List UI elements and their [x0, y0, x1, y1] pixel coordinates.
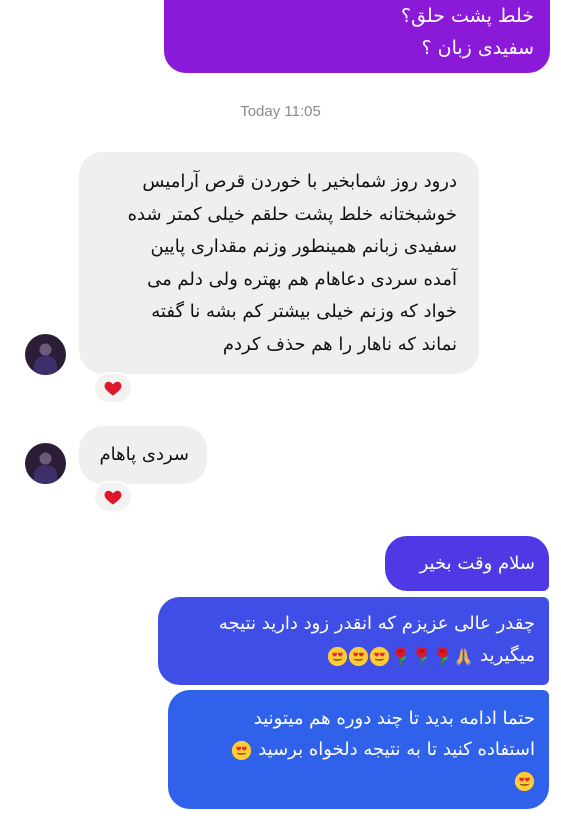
- heart-icon: [103, 378, 123, 398]
- message-text-line: خواد که وزنم خیلی بیشتر کم بشه نا گفته: [151, 301, 457, 322]
- message-text-line: سردی پاهام: [99, 444, 189, 465]
- heart-icon: [103, 487, 123, 507]
- pray-icon: [453, 646, 474, 667]
- message-text-line: سفیدی زبانم همینطور وزنم مقداری پایین: [150, 236, 457, 257]
- message-text-line: چقدر عالی عزیزم که انقدر زود دارید نتیجه: [218, 613, 535, 634]
- heart-eyes-icon: [231, 740, 252, 761]
- message-text: استفاده کنید تا به نتیجه دلخواه برسید: [258, 739, 535, 760]
- heart-eyes-icon: [369, 646, 390, 667]
- rose-icon: [411, 646, 432, 667]
- message-text-line-with-emoji: استفاده کنید تا به نتیجه دلخواه برسید: [178, 734, 535, 765]
- sent-message-bubble[interactable]: سلام وقت بخیر: [385, 536, 549, 591]
- message-text-line-with-emoji: میگیرید: [168, 640, 535, 672]
- sent-message-bubble[interactable]: خلط پشت حلق؟ سفیدی زبان ؟: [164, 0, 550, 73]
- received-message-bubble[interactable]: سردی پاهام: [79, 426, 207, 484]
- rose-icon: [390, 646, 411, 667]
- rose-icon: [432, 646, 453, 667]
- heart-eyes-icon: [327, 646, 348, 667]
- heart-eyes-icon: [348, 646, 369, 667]
- sender-avatar[interactable]: [25, 443, 66, 484]
- received-message-bubble[interactable]: درود روز شمابخیر با خوردن قرص آرامیس خوش…: [79, 152, 479, 374]
- message-text-line: خلط پشت حلق؟: [400, 5, 534, 27]
- message-text-line: سلام وقت بخیر: [419, 553, 535, 574]
- message-text-line: درود روز شمابخیر با خوردن قرص آرامیس: [142, 171, 457, 192]
- sender-avatar[interactable]: [25, 334, 66, 375]
- message-text-line: خوشبختانه خلط پشت حلقم خیلی کمتر شده: [127, 203, 457, 225]
- sent-message-bubble[interactable]: چقدر عالی عزیزم که انقدر زود دارید نتیجه…: [158, 597, 549, 685]
- message-text-line: حتما ادامه بدید تا چند دوره هم میتونید: [253, 708, 535, 729]
- message-timestamp: Today 11:05: [240, 103, 321, 120]
- heart-reaction[interactable]: [93, 372, 133, 404]
- message-text: میگیرید: [480, 645, 535, 666]
- message-text-line: نماند که ناهار را هم حذف کردم: [222, 333, 457, 355]
- heart-reaction[interactable]: [93, 481, 133, 513]
- sent-message-bubble[interactable]: حتما ادامه بدید تا چند دوره هم میتونید ا…: [168, 690, 549, 809]
- heart-eyes-icon: [514, 771, 535, 792]
- message-text-line: سفیدی زبان ؟: [421, 37, 534, 59]
- message-text-line: آمده سردی دعاهام هم بهتره ولی دلم می: [147, 268, 457, 290]
- message-emoji-line: [178, 765, 535, 796]
